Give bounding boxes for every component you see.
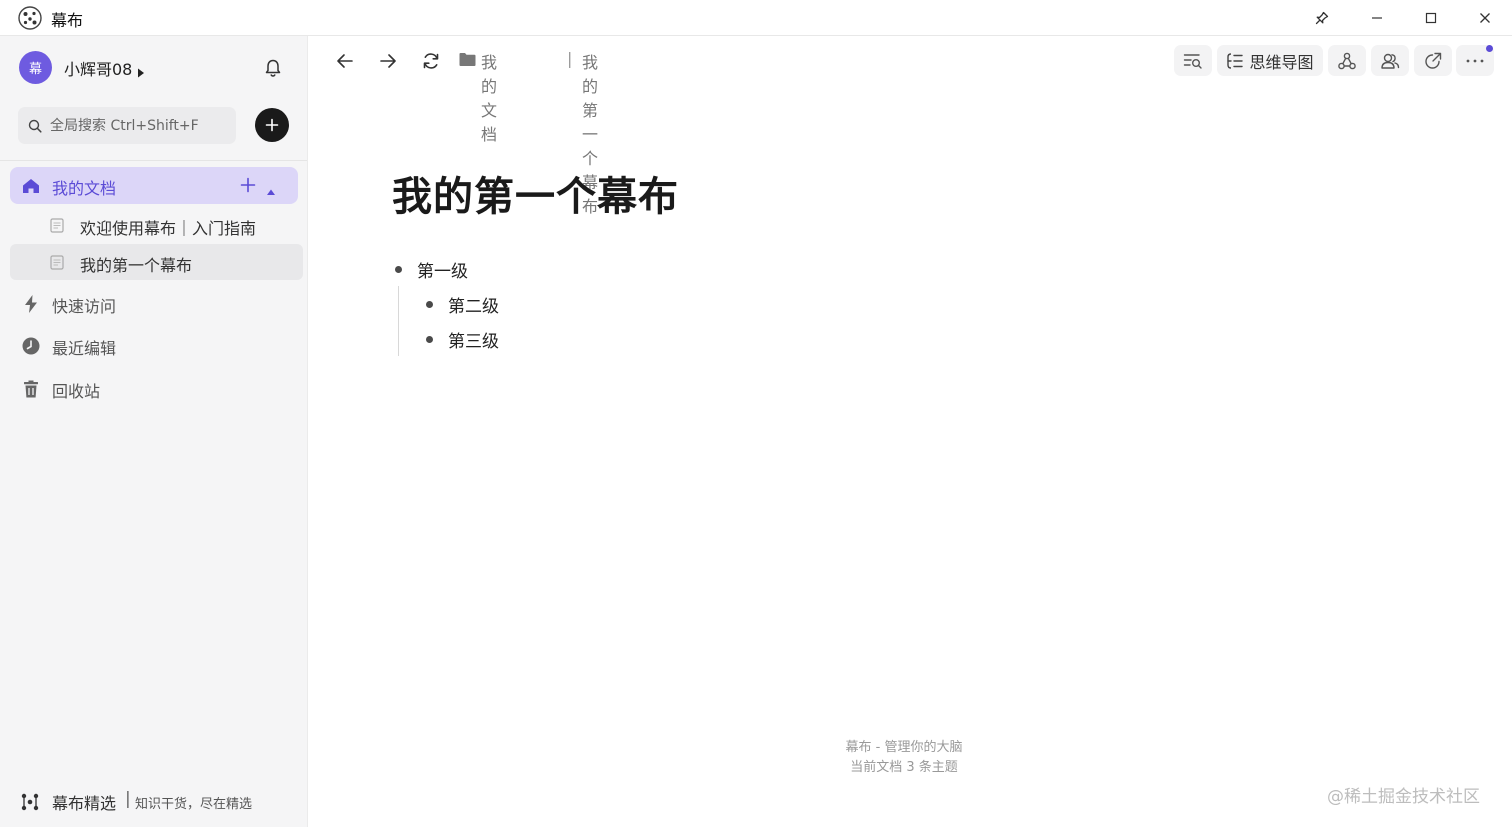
outline-tree: 第一级 第二级 第三级 <box>389 250 989 410</box>
node-bullet[interactable] <box>395 266 402 273</box>
footer-separator: | <box>125 789 131 809</box>
doc-item[interactable]: 我的第一个幕布 <box>10 244 303 280</box>
outline-node-level2[interactable]: 第二级 <box>448 292 499 317</box>
document-icon <box>50 255 64 274</box>
user-name[interactable]: 小辉哥08 <box>64 56 132 80</box>
close-window-button[interactable] <box>1458 0 1512 35</box>
editor-area: 我的文档 | 我的第一个幕布 思维导图 我的第一个幕布 第一级 第二级 第三级 … <box>309 36 1512 827</box>
outline-search-button[interactable] <box>1174 45 1212 76</box>
bell-icon[interactable] <box>263 58 283 82</box>
outline-node-level1[interactable]: 第一级 <box>417 257 468 282</box>
mubu-featured-icon <box>20 792 40 816</box>
mindmap-icon <box>1227 52 1244 69</box>
pin-icon <box>1315 11 1329 24</box>
node-bullet[interactable] <box>426 301 433 308</box>
featured-brand: 幕布精选 <box>52 794 117 813</box>
mindmap-button[interactable]: 思维导图 <box>1217 45 1323 76</box>
watermark: @稀土掘金技术社区 <box>1327 787 1480 807</box>
sidebar-item-label: 回收站 <box>52 382 101 401</box>
folder-icon <box>459 52 476 71</box>
notification-dot <box>1486 45 1493 52</box>
doc-item[interactable]: 欢迎使用幕布｜入门指南 <box>10 207 303 243</box>
back-button[interactable] <box>327 46 363 76</box>
user-avatar[interactable]: 幕 <box>19 51 52 84</box>
pin-window-button[interactable] <box>1295 0 1349 35</box>
sidebar-item-recent[interactable]: 最近编辑 <box>10 327 298 364</box>
sidebar: 幕 小辉哥08 我的文档 <box>0 36 308 827</box>
search-input[interactable] <box>48 107 232 144</box>
document-title[interactable]: 我的第一个幕布 <box>392 164 679 222</box>
export-button[interactable] <box>1414 45 1452 76</box>
sidebar-item-trash[interactable]: 回收站 <box>10 370 298 407</box>
window-title: 幕布 <box>51 11 84 30</box>
search-icon <box>28 118 42 137</box>
add-doc-icon[interactable] <box>239 176 257 198</box>
minimize-button[interactable] <box>1350 0 1404 35</box>
sidebar-item-label: 最近编辑 <box>52 339 117 358</box>
children-guide-line <box>398 286 399 356</box>
minimize-icon <box>1372 16 1382 19</box>
doc-item-label: 欢迎使用幕布｜入门指南 <box>80 219 257 238</box>
sidebar-item-label: 快速访问 <box>52 297 117 316</box>
list-search-icon <box>1183 53 1202 69</box>
refresh-button[interactable] <box>413 46 449 76</box>
sidebar-divider <box>0 160 307 161</box>
home-icon <box>21 176 41 200</box>
refresh-icon <box>423 53 439 69</box>
arrow-right-icon <box>380 54 396 68</box>
create-new-button[interactable] <box>255 108 289 142</box>
collaborate-button[interactable] <box>1371 45 1409 76</box>
mubu-logo-icon <box>18 6 42 30</box>
sidebar-item-quick-access[interactable]: 快速访问 <box>10 285 298 322</box>
featured-slogan: 知识干货，尽在精选 <box>135 797 253 812</box>
lightning-icon <box>21 294 41 318</box>
nodes-icon <box>1338 52 1356 69</box>
doc-item-label: 我的第一个幕布 <box>80 256 193 275</box>
users-icon <box>1381 53 1400 69</box>
maximize-icon <box>1425 12 1437 23</box>
clock-icon <box>21 336 41 360</box>
document-footer: 幕布 - 管理你的大脑 当前文档 3 条主题 <box>749 738 1059 778</box>
window-title-bar: 幕布 <box>0 0 1512 36</box>
caret-right-icon[interactable] <box>137 63 145 82</box>
footer-tagline: 幕布 - 管理你的大脑 <box>845 740 963 755</box>
close-icon <box>1480 12 1490 23</box>
forward-button[interactable] <box>370 46 406 76</box>
mindmap-label: 思维导图 <box>1249 52 1314 72</box>
arrow-left-icon <box>337 54 353 68</box>
trash-icon <box>21 379 41 403</box>
footer-topic-count: 当前文档 3 条主题 <box>850 760 958 775</box>
breadcrumb-separator: | <box>567 49 573 68</box>
sidebar-item-label: 我的文档 <box>52 179 117 198</box>
caret-up-icon[interactable] <box>266 181 276 200</box>
document-icon <box>50 218 64 237</box>
share-arrow-icon <box>1425 52 1442 69</box>
breadcrumb-root[interactable]: 我的文档 <box>481 49 497 145</box>
share-nodes-button[interactable] <box>1328 45 1366 76</box>
node-bullet[interactable] <box>426 336 433 343</box>
featured-link[interactable]: 幕布精选 | 知识干货，尽在精选 <box>20 789 300 813</box>
global-search[interactable] <box>18 107 236 144</box>
plus-icon <box>265 118 279 132</box>
maximize-button[interactable] <box>1404 0 1458 35</box>
more-icon <box>1466 59 1484 62</box>
sidebar-item-my-docs[interactable]: 我的文档 <box>10 167 298 204</box>
outline-node-level2[interactable]: 第三级 <box>448 327 499 352</box>
